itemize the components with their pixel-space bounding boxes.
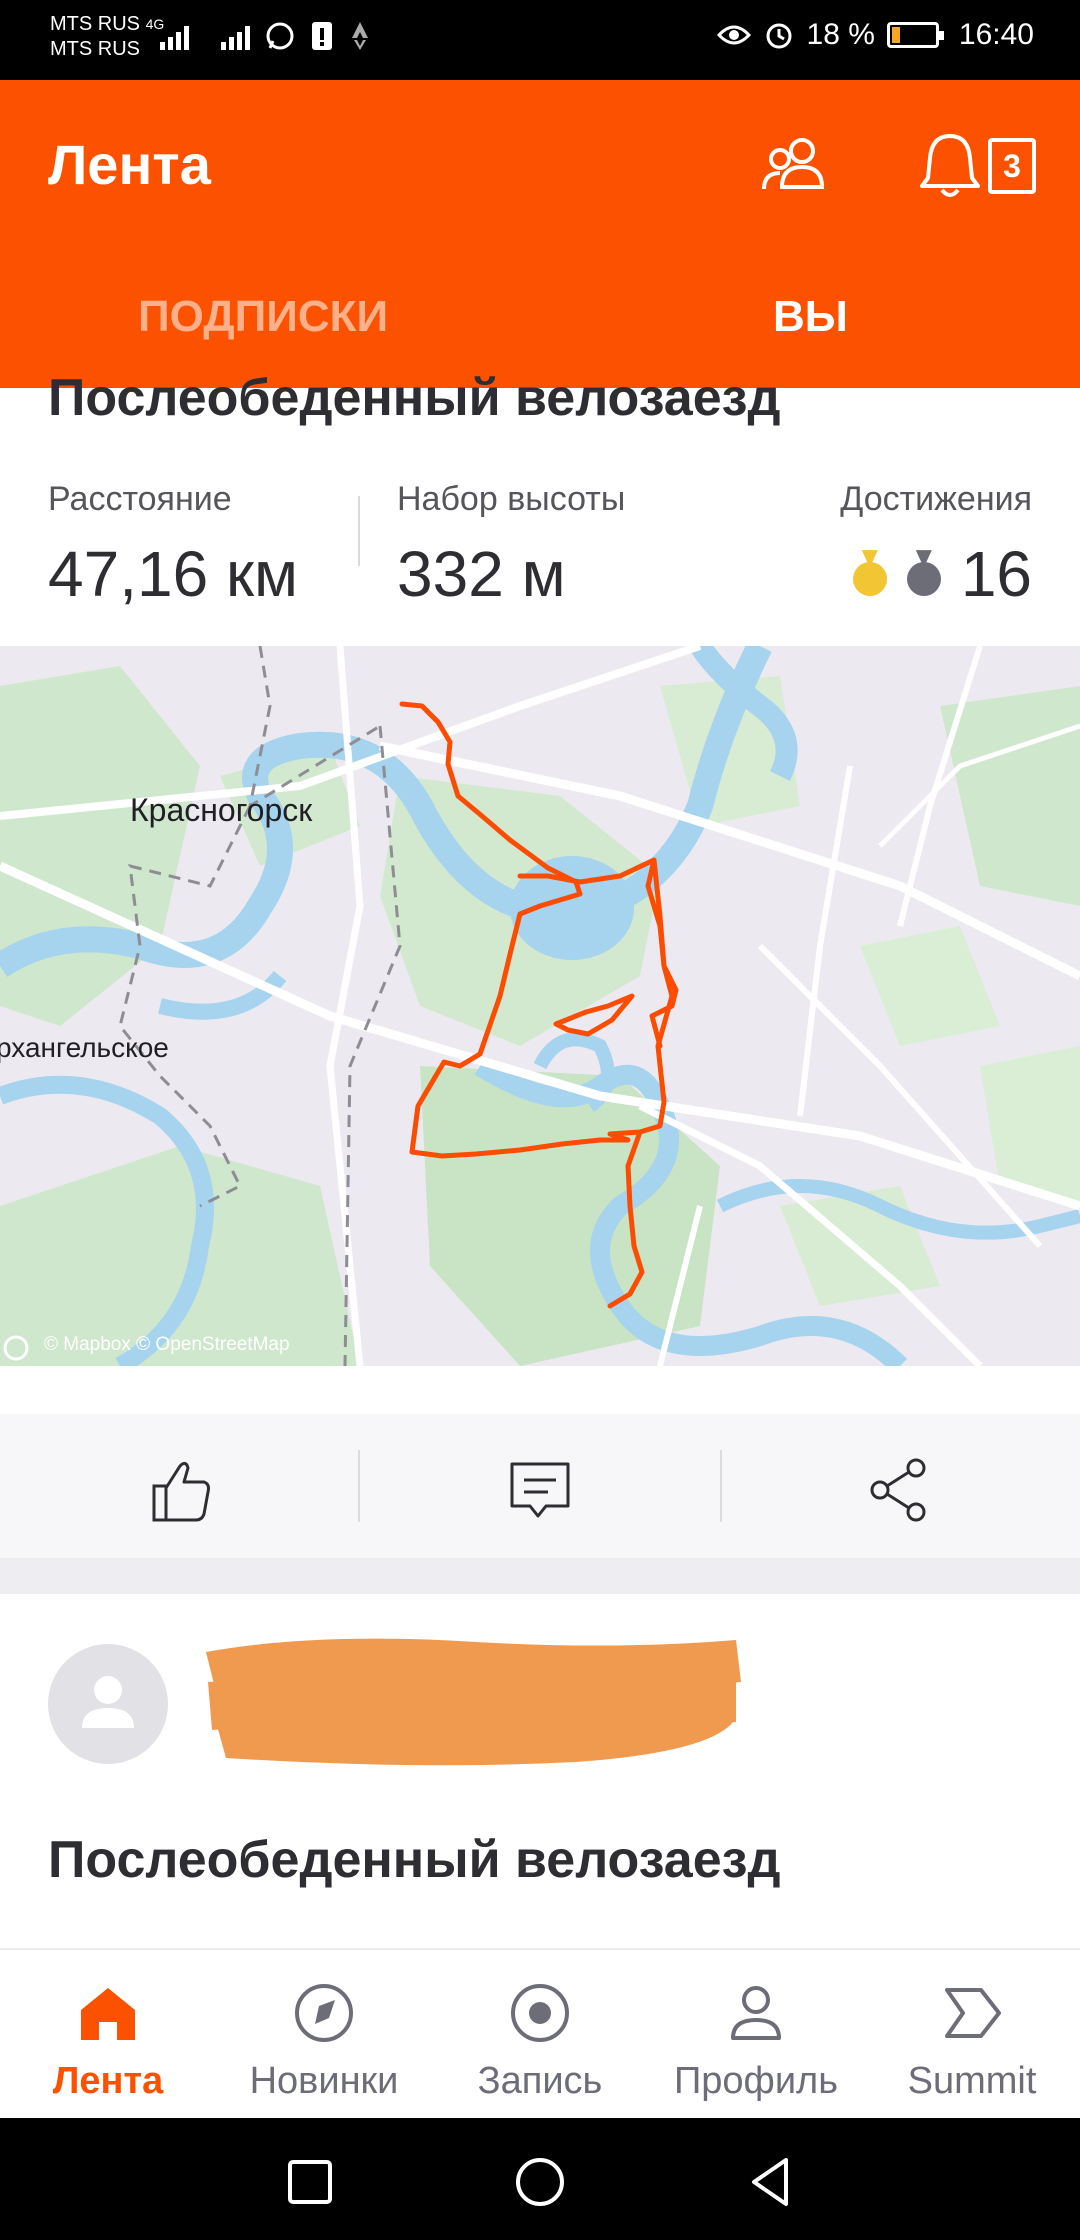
battery-percent: 18 % [806, 18, 875, 51]
map-label-krasnogorsk: Красногорск [130, 792, 313, 828]
achievements-stat: Достижения 16 [840, 480, 1032, 611]
clock: 16:40 [958, 18, 1034, 51]
avatar[interactable] [48, 1644, 168, 1764]
eye-icon [716, 25, 751, 45]
route-map[interactable]: Красногорск рхангельское © Mapbox © Open… [0, 646, 1080, 1366]
nav-summit[interactable]: Summit [864, 1980, 1080, 2103]
elevation-stat: Набор высоты 332 м [397, 480, 625, 611]
silver-medal-icon [906, 562, 941, 597]
nav-label: Профиль [673, 2060, 839, 2102]
people-icon[interactable] [760, 135, 832, 195]
page-title: Лента [48, 133, 211, 196]
carrier-2: MTS RUS [50, 38, 140, 60]
tab-subscriptions[interactable]: ПОДПИСКИ [138, 292, 388, 342]
whatsapp-icon [266, 22, 294, 50]
nav-feed[interactable]: Лента [0, 1980, 216, 2103]
status-bar: MTS RUS 4G MTS RUS 18 % 16:40 [0, 0, 1080, 80]
bell-icon[interactable] [918, 130, 982, 200]
feed-separator [0, 1558, 1080, 1594]
home-icon [81, 1988, 135, 2040]
system-navigation-bar [0, 2118, 1080, 2240]
achievements-value: 16 [960, 538, 1032, 610]
activity-title[interactable]: Послеобеденный велозаезд [48, 1830, 781, 1890]
map-credit[interactable]: © Mapbox © OpenStreetMap [44, 1334, 290, 1356]
map-label-arkhangelskoe: рхангельское [0, 1032, 169, 1063]
sim-alert-icon [312, 22, 332, 50]
recent-apps-icon[interactable] [282, 2154, 338, 2210]
strava-icon [352, 22, 368, 50]
share-icon[interactable] [858, 1450, 938, 1530]
nav-explore[interactable]: Новинки [216, 1980, 432, 2103]
redacted-name-scribble [206, 1638, 741, 1766]
nav-label: Summit [907, 2060, 1037, 2102]
action-divider [720, 1450, 722, 1522]
comment-icon[interactable] [500, 1450, 580, 1530]
alarm-icon [766, 23, 792, 49]
distance-stat: Расстояние 47,16 км [48, 480, 298, 611]
nav-profile[interactable]: Профиль [648, 1980, 864, 2103]
carrier-info: MTS RUS 4G MTS RUS [50, 12, 164, 62]
status-icons-left [160, 20, 372, 52]
home-button-icon[interactable] [512, 2154, 568, 2210]
signal-icon [160, 22, 189, 50]
achievements-row: 16 [840, 537, 1032, 611]
tab-you[interactable]: ВЫ [773, 292, 848, 342]
action-divider [358, 1450, 360, 1522]
user-placeholder-icon [82, 1676, 134, 1728]
stat-divider [358, 496, 360, 566]
elevation-label: Набор высоты [397, 480, 626, 518]
nav-label: Новинки [249, 2060, 399, 2102]
achievements-label: Достижения [840, 480, 1032, 518]
nav-record[interactable]: Запись [432, 1980, 648, 2103]
distance-value: 47,16 км [48, 538, 298, 610]
record-icon [511, 1984, 569, 2042]
activity-title[interactable]: Послеобеденный велозаезд [48, 368, 781, 428]
carrier-1: MTS RUS [50, 13, 140, 35]
app-header: Лента 3 ПОДПИСКИ ВЫ [0, 80, 1080, 388]
back-icon[interactable] [742, 2154, 798, 2210]
distance-label: Расстояние [48, 480, 232, 518]
signal-icon [221, 22, 250, 50]
nav-label: Лента [52, 2060, 164, 2102]
status-icons-right: 18 % 16:40 [716, 18, 1034, 52]
compass-icon [295, 1984, 353, 2042]
activity-actions-bar [0, 1414, 1080, 1558]
bottom-navigation: Лента Новинки Запись Профиль Summit [0, 1948, 1080, 2118]
profile-icon [731, 1986, 781, 2040]
map-canvas [0, 646, 1080, 1366]
nav-label: Запись [477, 2060, 603, 2102]
like-icon[interactable] [140, 1450, 220, 1530]
battery-icon [886, 22, 944, 48]
summit-icon [945, 1988, 1001, 2038]
notification-count-badge[interactable]: 3 [988, 138, 1036, 194]
gold-medal-icon [852, 562, 887, 597]
elevation-value: 332 м [397, 538, 566, 610]
